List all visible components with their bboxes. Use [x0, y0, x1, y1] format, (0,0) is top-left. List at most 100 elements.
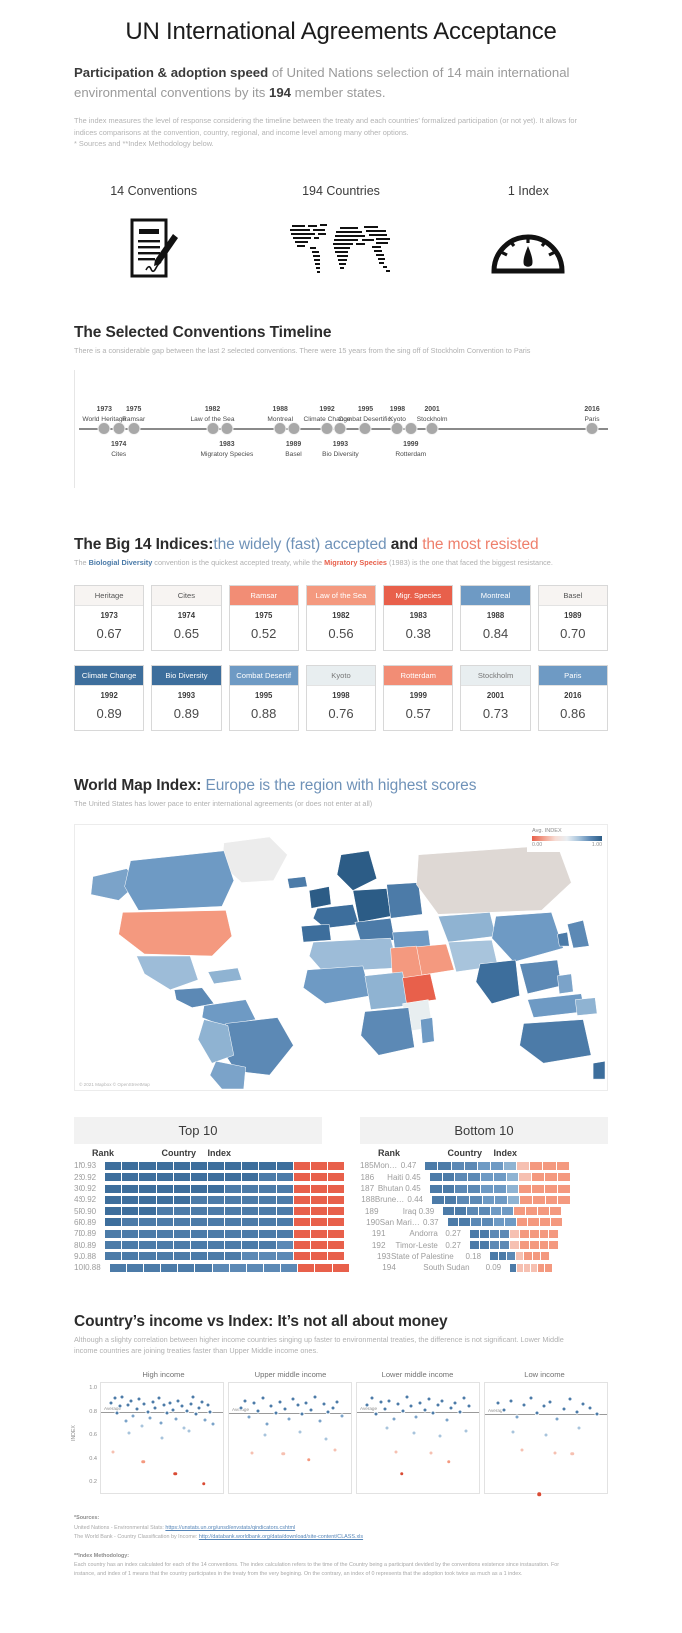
- scatter-point[interactable]: [136, 1396, 142, 1402]
- scatter-point[interactable]: [170, 1407, 176, 1413]
- footer-source-2-link[interactable]: http://databank.worldbank.org/data/downl…: [199, 1534, 363, 1540]
- scatter-point[interactable]: [430, 1410, 436, 1416]
- scatter-point[interactable]: [238, 1405, 244, 1410]
- convention-index-card[interactable]: Paris 2016 0.86: [537, 665, 608, 732]
- scatter-point[interactable]: [543, 1432, 549, 1438]
- table-row[interactable]: 185Montenegro0.47: [360, 1160, 608, 1171]
- scatter-point[interactable]: [114, 1410, 120, 1416]
- scatter-point[interactable]: [528, 1395, 534, 1401]
- scatter-point[interactable]: [574, 1409, 580, 1415]
- scatter-point[interactable]: [435, 1402, 441, 1408]
- convention-index-card[interactable]: Combat Desertif 1995 0.88: [228, 665, 299, 732]
- scatter-point[interactable]: [299, 1411, 305, 1417]
- scatter-point[interactable]: [140, 1459, 147, 1465]
- scatter-point[interactable]: [580, 1401, 586, 1407]
- convention-index-card[interactable]: Stockholm 2001 0.73: [460, 665, 531, 732]
- convention-index-card[interactable]: Basel 1989 0.70: [537, 585, 608, 652]
- scatter-point[interactable]: [134, 1406, 140, 1412]
- scatter-point[interactable]: [501, 1407, 507, 1413]
- scatter-point[interactable]: [445, 1459, 452, 1465]
- scatter-point[interactable]: [384, 1425, 390, 1431]
- convention-index-card[interactable]: Cites 1974 0.65: [151, 585, 222, 652]
- table-row[interactable]: 1Norway0.93: [74, 1160, 345, 1171]
- scatter-point[interactable]: [179, 1403, 185, 1409]
- table-row[interactable]: 10India0.88: [74, 1262, 349, 1273]
- table-row[interactable]: 7Denmark0.89: [74, 1228, 345, 1239]
- scatter-point[interactable]: [264, 1421, 270, 1427]
- scatter-point[interactable]: [117, 1403, 123, 1409]
- convention-index-card[interactable]: Montreal 1988 0.84: [460, 585, 531, 652]
- scatter-point[interactable]: [428, 1450, 434, 1456]
- table-row[interactable]: 189 Iraq 0.39: [360, 1206, 608, 1217]
- scatter-point[interactable]: [181, 1425, 187, 1431]
- scatter-point[interactable]: [172, 1470, 178, 1477]
- scatter-point[interactable]: [255, 1408, 261, 1414]
- scatter-point[interactable]: [186, 1428, 192, 1434]
- scatter-point[interactable]: [303, 1400, 309, 1406]
- scatter-point[interactable]: [452, 1400, 458, 1406]
- scatter-point[interactable]: [334, 1399, 340, 1405]
- scatter-plot[interactable]: Average: [100, 1382, 224, 1495]
- scatter-plot[interactable]: Average: [484, 1382, 608, 1498]
- scatter-plot[interactable]: Average: [356, 1382, 480, 1495]
- scatter-point[interactable]: [277, 1399, 283, 1405]
- scatter-point[interactable]: [561, 1406, 567, 1412]
- world-choropleth-map[interactable]: Avg. INDEX 0.00 1.00 © 2021 Mapbox © Ope…: [74, 824, 608, 1092]
- table-row[interactable]: 194 South Sudan 0.09: [360, 1262, 608, 1273]
- scatter-point[interactable]: [323, 1436, 329, 1442]
- scatter-point[interactable]: [290, 1396, 296, 1402]
- scatter-point[interactable]: [448, 1405, 454, 1410]
- scatter-point[interactable]: [202, 1417, 208, 1423]
- scatter-point[interactable]: [386, 1398, 392, 1404]
- table-row[interactable]: 188Brunei Darussala..0.44: [360, 1194, 608, 1205]
- scatter-point[interactable]: [119, 1394, 125, 1400]
- table-row[interactable]: 4Sweden0.92: [74, 1194, 345, 1205]
- convention-index-card[interactable]: Rotterdam 1999 0.57: [383, 665, 454, 732]
- scatter-point[interactable]: [193, 1411, 199, 1417]
- scatter-point[interactable]: [188, 1401, 194, 1407]
- table-row[interactable]: 192 Timor-Leste 0.27: [360, 1239, 608, 1250]
- scatter-point[interactable]: [519, 1447, 525, 1453]
- scatter-point[interactable]: [521, 1402, 527, 1408]
- table-row[interactable]: 186 Haiti 0.45: [360, 1172, 608, 1183]
- scatter-point[interactable]: [286, 1416, 292, 1422]
- table-row[interactable]: 5Finland0.90: [74, 1206, 345, 1217]
- scatter-point[interactable]: [260, 1395, 266, 1401]
- scatter-point[interactable]: [139, 1423, 145, 1429]
- scatter-point[interactable]: [246, 1414, 252, 1420]
- scatter-point[interactable]: [205, 1402, 211, 1408]
- scatter-point[interactable]: [210, 1421, 215, 1427]
- scatter-point[interactable]: [461, 1395, 467, 1401]
- scatter-point[interactable]: [130, 1413, 136, 1419]
- convention-index-card[interactable]: Bio Diversity 1993 0.89: [151, 665, 222, 732]
- scatter-point[interactable]: [411, 1430, 417, 1436]
- scatter-point[interactable]: [207, 1409, 213, 1415]
- convention-index-card[interactable]: Heritage 1973 0.67: [74, 585, 145, 652]
- scatter-point[interactable]: [437, 1433, 443, 1439]
- timeline-node[interactable]: [220, 422, 234, 436]
- convention-index-card[interactable]: Law of the Sea 1982 0.56: [305, 585, 377, 652]
- scatter-point[interactable]: [305, 1456, 312, 1463]
- scatter-point[interactable]: [199, 1399, 205, 1405]
- scatter-point[interactable]: [554, 1416, 560, 1422]
- table-row[interactable]: 2Senegal0.92: [74, 1172, 345, 1183]
- scatter-point[interactable]: [110, 1449, 116, 1454]
- scatter-point[interactable]: [167, 1400, 173, 1406]
- table-row[interactable]: 187 Bhutan 0.45: [360, 1183, 608, 1194]
- scatter-point[interactable]: [576, 1425, 582, 1431]
- scatter-point[interactable]: [398, 1470, 405, 1477]
- scatter-point[interactable]: [404, 1394, 410, 1400]
- scatter-point[interactable]: [325, 1409, 331, 1415]
- scatter-point[interactable]: [395, 1401, 401, 1407]
- scatter-point[interactable]: [332, 1447, 338, 1453]
- scatter-point[interactable]: [268, 1403, 274, 1409]
- scatter-point[interactable]: [422, 1407, 428, 1413]
- table-row[interactable]: 191 Andorra 0.27: [360, 1228, 608, 1239]
- scatter-point[interactable]: [158, 1420, 164, 1426]
- scatter-point[interactable]: [262, 1432, 268, 1438]
- scatter-point[interactable]: [330, 1405, 336, 1410]
- scatter-point[interactable]: [444, 1417, 450, 1423]
- table-row[interactable]: 3Germany0.92: [74, 1183, 345, 1194]
- convention-index-card[interactable]: Climate Change 1992 0.89: [74, 665, 145, 732]
- scatter-point[interactable]: [297, 1429, 303, 1435]
